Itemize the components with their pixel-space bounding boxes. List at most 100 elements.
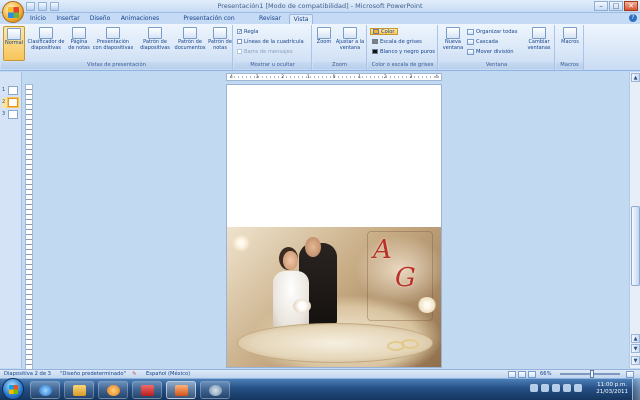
slide-thumbnail-pane: 1 2 3 bbox=[0, 72, 22, 368]
macros-icon bbox=[563, 27, 577, 39]
couple-image bbox=[271, 237, 341, 333]
notes-master-button[interactable]: Patrón de notas bbox=[208, 26, 232, 61]
tab-animaciones[interactable]: Animaciones bbox=[119, 14, 161, 24]
tab-presentacion[interactable]: Presentación con diapositivas bbox=[167, 14, 251, 32]
slide-master-button[interactable]: Patrón de diapositivas bbox=[138, 26, 172, 61]
volume-icon[interactable] bbox=[563, 384, 571, 392]
new-window-icon bbox=[446, 27, 460, 39]
color-swatch-icon bbox=[373, 29, 379, 34]
ruler-number: 4 bbox=[230, 75, 233, 80]
ribbon-tabs: Inicio Insertar Diseño Animaciones Prese… bbox=[0, 13, 640, 32]
help-icon[interactable]: ? bbox=[629, 14, 637, 22]
tray-app-icon[interactable] bbox=[530, 384, 538, 392]
normal-view-button[interactable]: Normal bbox=[3, 26, 25, 61]
notes-page-icon bbox=[72, 27, 86, 39]
maximize-button[interactable]: □ bbox=[609, 1, 623, 11]
zoom-slider-knob[interactable] bbox=[590, 370, 594, 378]
slide-canvas[interactable]: A G bbox=[226, 84, 442, 368]
scroll-up-page-icon[interactable]: ▲ bbox=[631, 334, 640, 343]
regla-checkbox[interactable]: ✓ Regla bbox=[237, 28, 258, 35]
slideshow-status-icon[interactable] bbox=[528, 371, 536, 378]
vertical-scrollbar[interactable]: ▲ ▲ ▼ ▼ bbox=[629, 72, 640, 368]
cuadricula-checkbox[interactable]: Líneas de la cuadrícula bbox=[237, 38, 304, 45]
thumbnail-1[interactable]: 1 bbox=[2, 86, 20, 96]
thumbnail-3[interactable]: 3 bbox=[2, 110, 20, 120]
ruler-number: 4 bbox=[435, 75, 438, 80]
taskbar-ie[interactable] bbox=[30, 381, 60, 399]
group-ventana: Nueva ventana Organizar todas Cascada Mo… bbox=[439, 25, 555, 70]
network-icon[interactable] bbox=[552, 384, 560, 392]
handout-master-button[interactable]: Patrón de documentos bbox=[173, 26, 207, 61]
color-option[interactable]: Color bbox=[370, 28, 398, 35]
taskbar: 11:00 p.m. 21/03/2011 bbox=[0, 378, 640, 400]
tab-inicio[interactable]: Inicio bbox=[28, 14, 48, 24]
grayscale-option[interactable]: Escala de grises bbox=[372, 38, 422, 45]
media-player-icon bbox=[107, 385, 120, 396]
scroll-down-icon[interactable]: ▼ bbox=[631, 356, 640, 365]
macros-button[interactable]: Macros bbox=[558, 26, 582, 61]
tab-diseno[interactable]: Diseño bbox=[88, 14, 112, 24]
macros-label: Macros bbox=[561, 39, 579, 45]
ruler-number: 3 bbox=[255, 75, 259, 80]
move-split-label: Mover división bbox=[476, 48, 514, 55]
switch-windows-button[interactable]: Cambiar ventanas bbox=[525, 26, 553, 61]
group-label-ventana: Ventana bbox=[439, 62, 554, 69]
fit-window-label: Ajustar a la ventana bbox=[335, 39, 365, 51]
horizontal-ruler[interactable]: 4 3 2 1 0 1 2 3 4 bbox=[226, 73, 442, 81]
groom-head bbox=[305, 237, 321, 257]
scroll-down-page-icon[interactable]: ▼ bbox=[631, 344, 640, 353]
slide-master-label: Patrón de diapositivas bbox=[140, 39, 170, 51]
cascade-button[interactable]: Cascada bbox=[467, 38, 498, 45]
tab-revisar[interactable]: Revisar bbox=[257, 14, 283, 24]
fit-window-button[interactable]: Ajustar a la ventana bbox=[334, 26, 366, 61]
taskbar-media[interactable] bbox=[98, 381, 128, 399]
tab-vista[interactable]: Vista bbox=[289, 14, 313, 24]
window-controls: – □ ✕ bbox=[594, 1, 638, 11]
close-button[interactable]: ✕ bbox=[624, 1, 638, 11]
notes-page-button[interactable]: Página de notas bbox=[67, 26, 91, 61]
minimize-button[interactable]: – bbox=[594, 1, 608, 11]
clock[interactable]: 11:00 p.m. 21/03/2011 bbox=[596, 382, 628, 396]
vertical-ruler[interactable] bbox=[25, 84, 33, 370]
mensajes-label: Barra de mensajes bbox=[244, 48, 293, 55]
flower-decoration bbox=[231, 235, 251, 251]
slide-sorter-button[interactable]: Clasificador de diapositivas bbox=[26, 26, 66, 61]
rings-icon bbox=[387, 337, 427, 353]
normal-view-icon bbox=[7, 28, 21, 40]
arrange-all-button[interactable]: Organizar todas bbox=[467, 28, 517, 35]
taskbar-explorer[interactable] bbox=[64, 381, 94, 399]
zoom-slider[interactable] bbox=[560, 370, 620, 378]
arrange-label: Organizar todas bbox=[476, 28, 518, 35]
scroll-thumb[interactable] bbox=[631, 206, 640, 286]
bw-option[interactable]: Blanco y negro puros bbox=[372, 48, 435, 55]
bride-head bbox=[283, 251, 298, 270]
slideshow-label: Presentación con diapositivas bbox=[92, 39, 134, 51]
ruler-number: 0 bbox=[332, 75, 336, 80]
flower-decoration bbox=[417, 297, 437, 313]
monogram-letter-1: A bbox=[373, 235, 392, 265]
slideshow-button[interactable]: Presentación con diapositivas bbox=[92, 26, 134, 61]
thumbnail-preview bbox=[8, 110, 18, 119]
scroll-up-icon[interactable]: ▲ bbox=[631, 73, 640, 82]
tray-app-icon[interactable] bbox=[541, 384, 549, 392]
tab-insertar[interactable]: Insertar bbox=[55, 14, 81, 24]
thumbnail-2[interactable]: 2 bbox=[2, 98, 20, 108]
new-window-button[interactable]: Nueva ventana bbox=[441, 26, 465, 61]
application-icon bbox=[141, 385, 154, 396]
show-desktop-button[interactable] bbox=[632, 379, 640, 400]
taskbar-powerpoint[interactable] bbox=[166, 381, 196, 399]
zoom-button[interactable]: Zoom bbox=[315, 26, 333, 61]
start-button[interactable] bbox=[2, 378, 24, 400]
thumbnail-number: 1 bbox=[2, 87, 6, 93]
fit-slide-icon[interactable] bbox=[626, 371, 634, 378]
normal-view-status-icon[interactable] bbox=[508, 371, 516, 378]
slide-master-icon bbox=[148, 27, 162, 39]
flag-icon[interactable] bbox=[574, 384, 582, 392]
bw-swatch-icon bbox=[372, 49, 378, 54]
wedding-photo[interactable]: A G bbox=[227, 227, 441, 367]
office-button[interactable] bbox=[2, 1, 24, 23]
taskbar-app-2[interactable] bbox=[200, 381, 230, 399]
sorter-view-status-icon[interactable] bbox=[518, 371, 526, 378]
move-split-button[interactable]: Mover división bbox=[467, 48, 514, 55]
taskbar-app[interactable] bbox=[132, 381, 162, 399]
